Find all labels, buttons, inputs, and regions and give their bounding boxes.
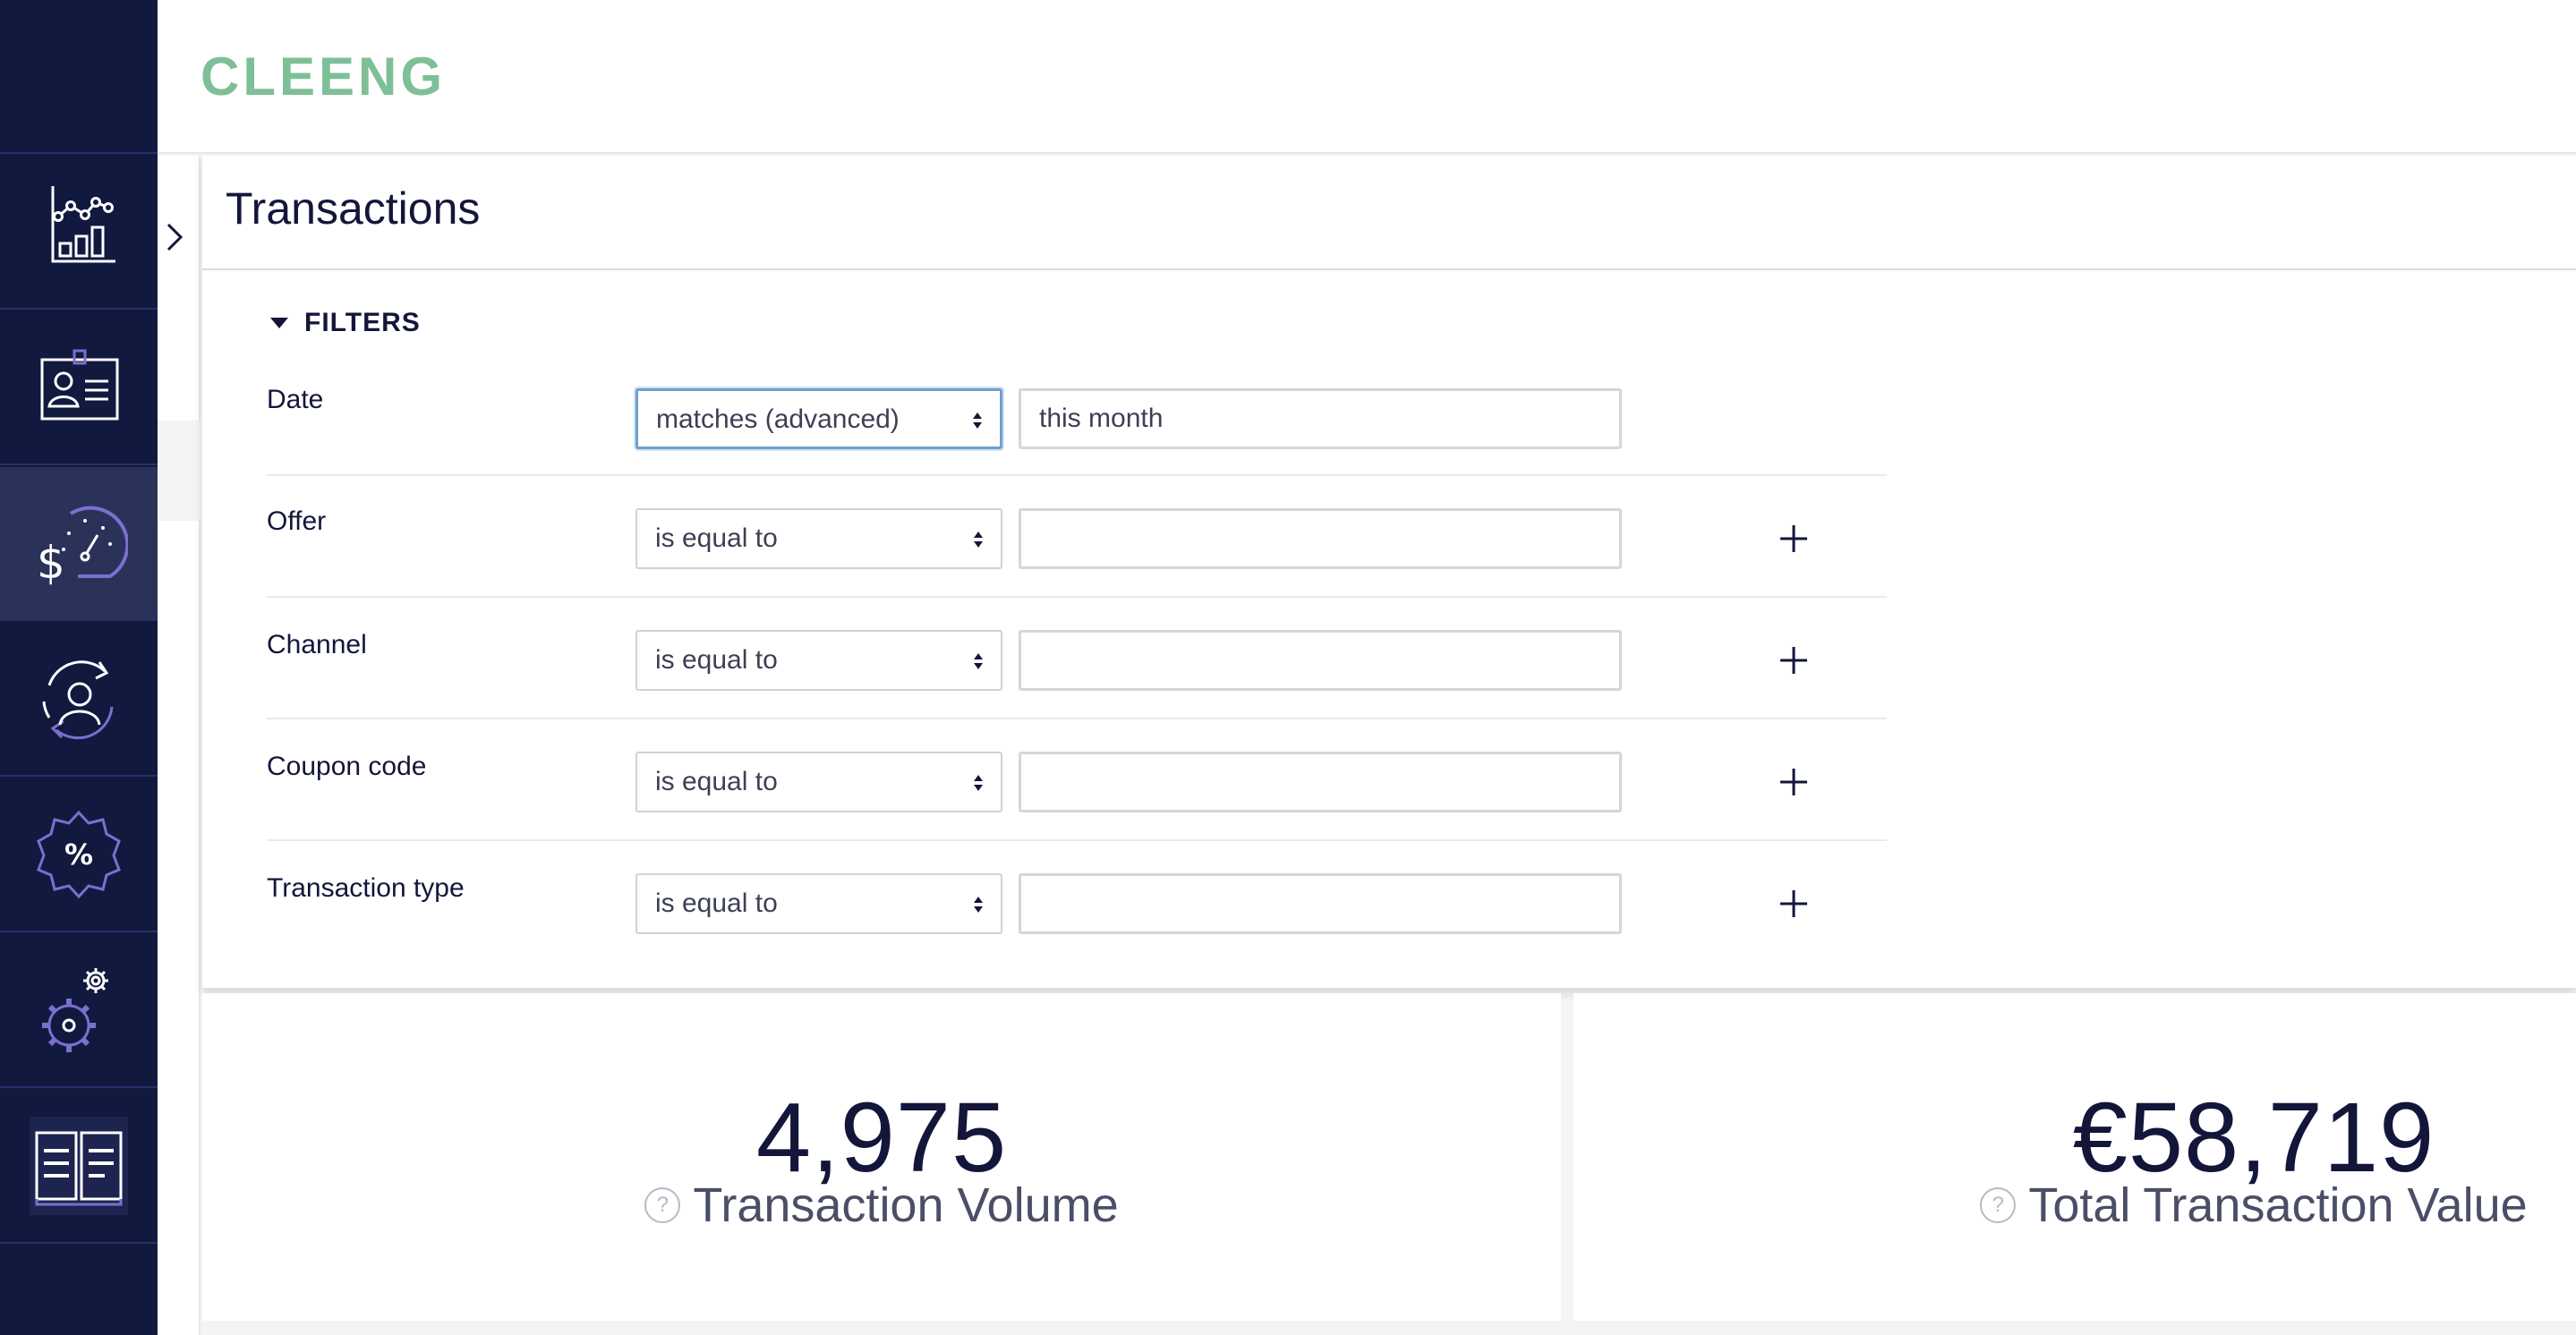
documentation-book-icon	[30, 1117, 128, 1215]
plus-icon	[1780, 525, 1807, 552]
settings-gears-icon	[42, 968, 108, 1052]
sidebar-item-retention[interactable]	[0, 623, 158, 777]
brand-wordmark: CLEENG	[200, 47, 446, 106]
filter-row-channel: Channel is equal to	[267, 596, 1887, 718]
svg-text:%: %	[64, 838, 93, 872]
filter-value-input[interactable]	[1019, 388, 1622, 449]
sidebar-item-customers[interactable]	[0, 311, 158, 465]
filter-label: Date	[267, 385, 324, 414]
sidebar-item-settings[interactable]	[0, 934, 158, 1088]
filter-operator-select[interactable]: is equal to	[635, 630, 1002, 691]
filter-label: Channel	[267, 630, 367, 659]
stat-card-transaction-volume: 4,975 ? Transaction Volume	[202, 993, 1561, 1321]
filter-label: Offer	[267, 506, 327, 536]
cleeng-logo[interactable]: CLEENG	[200, 45, 505, 107]
plus-icon	[1780, 769, 1807, 795]
filter-operator-value: is equal to	[655, 645, 778, 675]
select-arrows-icon	[974, 653, 983, 669]
secondary-sidebar-highlight	[158, 421, 200, 521]
sidebar-item-revenue[interactable]: $	[0, 467, 158, 621]
plus-icon	[1780, 647, 1807, 674]
select-arrows-icon	[974, 897, 983, 913]
filter-operator-select[interactable]: is equal to	[635, 873, 1002, 934]
filter-operator-value: is equal to	[655, 767, 778, 796]
filter-value-input[interactable]	[1019, 752, 1622, 812]
add-filter-button[interactable]	[1776, 642, 1812, 678]
filter-operator-select[interactable]: is equal to	[635, 508, 1002, 569]
customer-retention-icon	[42, 660, 114, 740]
revenue-gauge-icon: $	[37, 506, 128, 589]
select-arrows-icon	[974, 775, 983, 791]
page-title: Transactions	[226, 183, 481, 234]
filter-operator-select[interactable]: is equal to	[635, 752, 1002, 812]
help-icon[interactable]: ?	[1980, 1187, 2017, 1223]
filter-row-offer: Offer is equal to	[267, 474, 1887, 596]
filter-operator-select[interactable]: matches (advanced)	[635, 388, 1002, 449]
select-arrows-icon	[974, 531, 983, 548]
filters-toggle[interactable]: FILTERS	[270, 308, 421, 338]
filters-toggle-label: FILTERS	[304, 308, 421, 337]
discount-badge-icon: %	[37, 810, 121, 899]
select-arrows-icon	[973, 412, 982, 429]
filter-row-transaction-type: Transaction type is equal to	[267, 839, 1887, 961]
add-filter-button[interactable]	[1776, 521, 1812, 557]
top-header: CLEENG	[158, 0, 2576, 154]
caret-down-icon	[270, 318, 288, 328]
stat-label-row: ? Transaction Volume	[202, 1178, 1561, 1233]
stat-label: Transaction Volume	[693, 1178, 1119, 1232]
filter-value-input[interactable]	[1019, 873, 1622, 934]
app-root: $ % CLEENG Transactions FILTERS Date mat…	[0, 0, 2576, 1335]
stat-label-row: ? Total Transaction Value	[1574, 1178, 2576, 1233]
transactions-panel: Transactions FILTERS Date matches (advan…	[202, 156, 2576, 988]
chevron-right-icon	[166, 223, 183, 251]
filter-label: Coupon code	[267, 752, 427, 781]
sidebar-top-block	[0, 0, 158, 154]
filter-label: Transaction type	[267, 873, 465, 903]
customer-id-card-icon	[40, 349, 119, 421]
filter-operator-value: is equal to	[655, 889, 778, 918]
filter-value-input[interactable]	[1019, 630, 1622, 691]
filter-row-coupon-code: Coupon code is equal to	[267, 718, 1887, 839]
add-filter-button[interactable]	[1776, 764, 1812, 800]
help-icon[interactable]: ?	[644, 1187, 681, 1223]
svg-text:$: $	[37, 537, 65, 589]
sidebar-item-analytics[interactable]	[0, 156, 158, 310]
plus-icon	[1780, 890, 1807, 917]
filter-value-input[interactable]	[1019, 508, 1622, 569]
add-filter-button[interactable]	[1776, 886, 1812, 922]
filter-operator-value: is equal to	[655, 523, 778, 553]
secondary-sidebar-strip	[158, 156, 200, 1335]
main-sidebar: $ %	[0, 0, 158, 1335]
stat-label: Total Transaction Value	[2028, 1178, 2528, 1232]
analytics-chart-icon	[51, 186, 115, 263]
sidebar-item-docs[interactable]	[0, 1090, 158, 1244]
filter-operator-value: matches (advanced)	[656, 404, 900, 434]
sidebar-item-discounts[interactable]: %	[0, 778, 158, 932]
sidebar-expand-toggle[interactable]	[161, 215, 188, 259]
stat-card-total-transaction-value: €58,719 ? Total Transaction Value	[1574, 993, 2576, 1321]
title-divider	[202, 268, 2576, 270]
